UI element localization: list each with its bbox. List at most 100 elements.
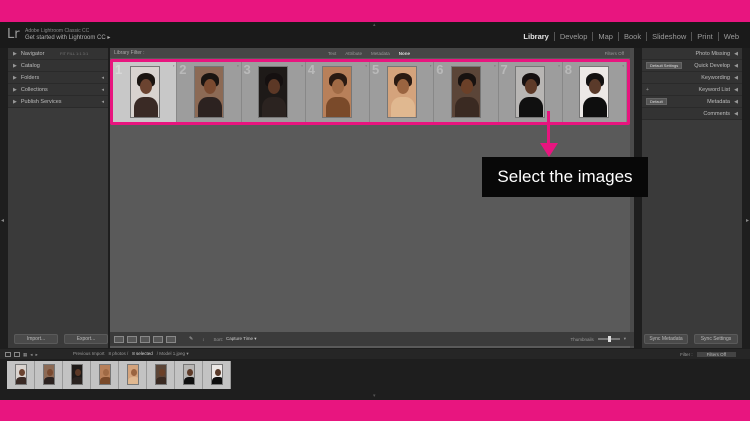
grid-thumbnail-cell[interactable]: 6 ▫ — [434, 62, 499, 122]
filmstrip-thumbnail[interactable] — [119, 361, 147, 389]
photo-thumbnail[interactable] — [579, 66, 610, 118]
grid-scrollbar[interactable] — [630, 48, 634, 348]
primary-display-icon[interactable] — [5, 351, 11, 357]
module-slideshow[interactable]: Slideshow — [646, 32, 691, 41]
filter-none[interactable]: None — [399, 51, 410, 56]
back-arrow-icon[interactable]: ◂ — [30, 352, 32, 357]
filter-dropdown[interactable]: Filters Off — [696, 351, 736, 357]
panel-metadata[interactable]: Default Metadata ◀ — [642, 96, 742, 108]
grid-thumbnail-cell[interactable]: 1 ▫ — [113, 62, 178, 122]
photo-thumbnail[interactable] — [193, 66, 224, 118]
right-panel-toggle-icon[interactable]: ▸ — [746, 217, 749, 224]
photo-body — [184, 377, 194, 384]
source-label[interactable]: Previous Import — [73, 351, 105, 357]
grid-thumbnail-cell[interactable]: 4 ▫ — [305, 62, 370, 122]
filmstrip-photo — [43, 364, 55, 385]
sort-dropdown[interactable]: Capture Time ▾ — [226, 336, 257, 342]
collapse-triangle-icon: ◀ — [734, 98, 738, 105]
panel-comments[interactable]: Comments ◀ — [642, 108, 742, 120]
selected-count: 8 selected — [132, 351, 153, 356]
panel-label: Catalog — [20, 62, 40, 69]
filmstrip-thumbnail[interactable] — [147, 361, 175, 389]
panel-label: Collections — [20, 86, 48, 93]
filter-metadata[interactable]: Metadata — [371, 51, 390, 56]
photo-thumbnail[interactable] — [386, 66, 417, 118]
export-button[interactable]: Export... — [64, 334, 108, 344]
grid-thumbnail-cell[interactable]: 7 ▫ — [498, 62, 563, 122]
panel-folders[interactable]: ▶ Folders ◂ — [8, 72, 108, 84]
left-panel: ▶ Navigator FIT FILL 1:1 3:1 ▶ Catalog ▶… — [8, 48, 108, 348]
filmstrip-thumbnail[interactable] — [7, 361, 35, 389]
bottom-panel-toggle-icon[interactable]: ▾ — [373, 393, 376, 399]
panel-collections[interactable]: ▶ Collections ◂ — [8, 84, 108, 96]
photo-thumbnail[interactable] — [129, 66, 160, 118]
panel-catalog[interactable]: ▶ Catalog — [8, 60, 108, 72]
app-name: Adobe Lightroom Classic CC — [25, 28, 90, 34]
filmstrip-nav: ▦ ◂ ▸ — [5, 351, 38, 357]
secondary-display-icon[interactable] — [14, 351, 20, 357]
sort-direction-icon[interactable]: ↕ — [202, 337, 204, 342]
photo-face — [525, 79, 538, 94]
filmstrip-thumbnail[interactable] — [203, 361, 231, 389]
add-service-icon[interactable]: ◂ — [101, 99, 104, 105]
grid-thumbnail-cell[interactable]: 2 ▫ — [177, 62, 242, 122]
zoom-options[interactable]: FIT FILL 1:1 3:1 — [60, 51, 88, 56]
panel-keyword-list[interactable]: + Keyword List ◀ — [642, 84, 742, 96]
photo-face — [131, 369, 137, 376]
compare-view-icon[interactable] — [140, 335, 150, 343]
left-panel-toggle-icon[interactable]: ◂ — [1, 217, 4, 224]
photo-thumbnail[interactable] — [450, 66, 481, 118]
grid-thumbnail-cell[interactable]: 8 ▫ — [562, 62, 627, 122]
people-view-icon[interactable] — [166, 335, 176, 343]
module-web[interactable]: Web — [717, 32, 744, 41]
filter-preset[interactable]: Filters Off — [605, 51, 624, 56]
module-map[interactable]: Map — [592, 32, 618, 41]
filter-attribute[interactable]: Attribute — [345, 51, 362, 56]
add-keyword-icon[interactable]: + — [646, 87, 649, 93]
panel-keywording[interactable]: Keywording ◀ — [642, 72, 742, 84]
photo-face — [103, 369, 109, 376]
panel-quick-develop[interactable]: Default Settings Quick Develop ◀ — [642, 60, 742, 72]
module-library[interactable]: Library — [518, 32, 553, 41]
current-file[interactable]: / Model 1.jpeg ▾ — [157, 351, 189, 357]
sync-metadata-button[interactable]: Sync Metadata — [644, 334, 688, 344]
photo-thumbnail[interactable] — [258, 66, 289, 118]
filter-text[interactable]: Text — [328, 51, 336, 56]
sync-settings-button[interactable]: Sync Settings — [694, 334, 738, 344]
grid-view-icon[interactable] — [114, 335, 124, 343]
photo-body — [212, 377, 222, 384]
toolbar-menu-icon[interactable]: ▾ — [624, 336, 626, 342]
survey-view-icon[interactable] — [153, 335, 163, 343]
top-panel-toggle-icon[interactable]: ▴ — [373, 22, 376, 28]
photo-thumbnail[interactable] — [515, 66, 546, 118]
panel-label: Comments — [703, 110, 730, 117]
painter-icon[interactable]: ✎ — [189, 336, 193, 342]
loupe-view-icon[interactable] — [127, 335, 137, 343]
grid-thumbnail-cell[interactable]: 3 ▫ — [241, 62, 306, 122]
panel-histogram[interactable]: Photo Missing ◀ — [642, 48, 742, 60]
library-filter-bar: Library Filter : Text Attribute Metadata… — [110, 48, 634, 58]
filmstrip-thumbnail[interactable] — [91, 361, 119, 389]
module-book[interactable]: Book — [617, 32, 646, 41]
panel-navigator[interactable]: ▶ Navigator FIT FILL 1:1 3:1 — [8, 48, 108, 60]
get-started-link[interactable]: Get started with Lightroom CC ▸ — [25, 35, 110, 42]
photo-thumbnail[interactable] — [322, 66, 353, 118]
photo-face — [75, 369, 81, 376]
metadata-preset-select[interactable]: Default — [646, 98, 667, 105]
filmstrip-thumbnail[interactable] — [175, 361, 203, 389]
grid-thumbnail-cell[interactable]: 5 ▫ — [370, 62, 435, 122]
add-collection-icon[interactable]: ◂ — [101, 87, 104, 93]
identity-plate[interactable]: Adobe Lightroom Classic CC Get started w… — [25, 28, 110, 42]
filmstrip-thumbnail[interactable] — [63, 361, 91, 389]
module-develop[interactable]: Develop — [553, 32, 593, 41]
saved-preset-select[interactable]: Default Settings — [646, 62, 683, 69]
forward-arrow-icon[interactable]: ▸ — [36, 352, 38, 357]
panel-publish-services[interactable]: ▶ Publish Services ◂ — [8, 96, 108, 108]
left-button-row: Import... Export... — [14, 334, 108, 344]
import-button[interactable]: Import... — [14, 334, 58, 344]
module-print[interactable]: Print — [691, 32, 717, 41]
grid-icon[interactable]: ▦ — [23, 352, 27, 357]
thumbnail-size-slider[interactable] — [597, 336, 620, 342]
filmstrip-thumbnail[interactable] — [35, 361, 63, 389]
add-folder-icon[interactable]: ◂ — [101, 75, 104, 81]
